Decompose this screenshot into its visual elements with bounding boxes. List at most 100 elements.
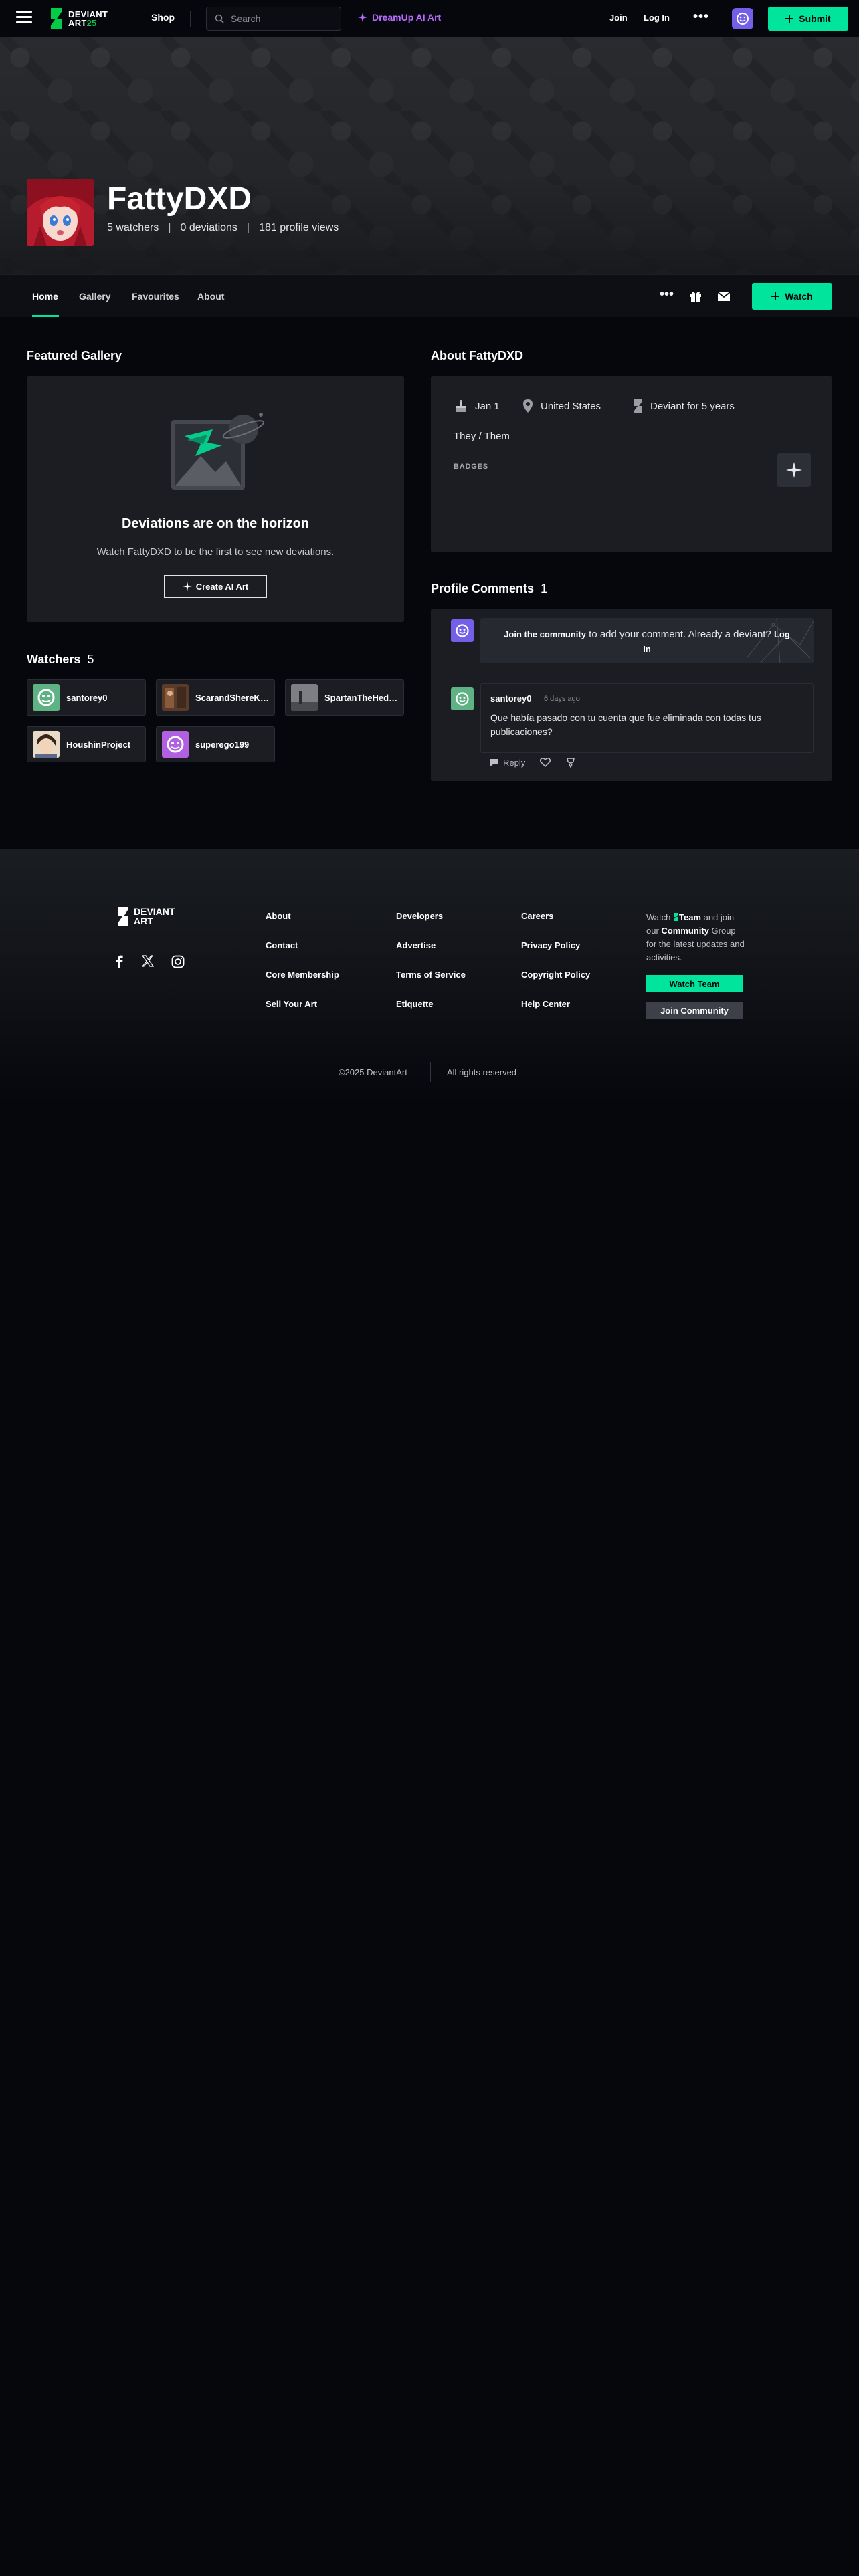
- featured-gallery-card: Deviations are on the horizon Watch Fatt…: [27, 376, 404, 622]
- about-location: United States: [522, 399, 601, 413]
- profile-views-count: 181 profile views: [259, 222, 339, 233]
- commenter-avatar[interactable]: [451, 687, 474, 710]
- default-avatar-icon[interactable]: [732, 8, 753, 29]
- footer-link-copyright-policy[interactable]: Copyright Policy: [521, 970, 590, 980]
- watcher-name: superego199: [195, 739, 250, 750]
- topbar-divider: [190, 11, 191, 27]
- tab-about[interactable]: About: [197, 291, 224, 302]
- empty-gallery-illustration: [171, 413, 265, 490]
- x-twitter-icon[interactable]: [142, 955, 154, 967]
- reply-button[interactable]: Reply: [490, 758, 525, 768]
- footer-link-about[interactable]: About: [266, 911, 291, 921]
- footer-link-help-center[interactable]: Help Center: [521, 999, 570, 1009]
- footer-divider: [430, 1062, 431, 1082]
- footer-link-privacy-policy[interactable]: Privacy Policy: [521, 940, 580, 950]
- watch-text-team[interactable]: Team: [679, 912, 701, 922]
- tab-favourites[interactable]: Favourites: [132, 291, 179, 302]
- stats-separator: |: [168, 222, 171, 233]
- comments-heading-count: 1: [541, 582, 548, 595]
- profile-comments-title: Profile Comments 1: [431, 582, 547, 596]
- dreamup-label: DreamUp AI Art: [372, 12, 442, 23]
- watcher-card[interactable]: ScarandShereKhan: [156, 679, 275, 716]
- watcher-avatar: [33, 684, 60, 711]
- about-title: About FattyDXD: [431, 349, 523, 362]
- watch-button[interactable]: Watch: [752, 283, 832, 310]
- watcher-card[interactable]: superego199: [156, 726, 275, 762]
- join-prompt-text: to add your comment. Already a deviant?: [585, 629, 774, 640]
- footer-link-developers[interactable]: Developers: [396, 911, 443, 921]
- plus-icon: [771, 292, 780, 300]
- award-icon[interactable]: [565, 757, 576, 768]
- comment-username[interactable]: santorey0: [490, 693, 531, 704]
- watchers-count[interactable]: 5 watchers: [107, 222, 159, 234]
- watch-team-button[interactable]: Watch Team: [646, 975, 743, 992]
- footer-link-contact[interactable]: Contact: [266, 940, 298, 950]
- footer-link-careers[interactable]: Careers: [521, 911, 553, 921]
- deviantart-logo-icon: [51, 8, 62, 29]
- about-member-since: Deviant for 5 years: [633, 399, 735, 413]
- submit-button[interactable]: Submit: [768, 7, 848, 31]
- deviantart-logo[interactable]: DEVIANT ART25: [48, 7, 108, 31]
- create-ai-art-button[interactable]: Create AI Art: [164, 575, 267, 598]
- login-link[interactable]: Log In: [644, 13, 670, 23]
- menu-icon[interactable]: [16, 11, 32, 25]
- create-ai-art-label: Create AI Art: [195, 581, 249, 592]
- watch-text-community[interactable]: Community: [661, 926, 709, 936]
- dreamup-link[interactable]: DreamUp AI Art: [357, 12, 441, 23]
- watcher-card[interactable]: santorey0: [27, 679, 146, 716]
- profile-username: FattyDXD: [107, 181, 252, 217]
- message-icon[interactable]: [717, 290, 731, 303]
- watcher-card[interactable]: HoushinProject: [27, 726, 146, 762]
- join-link[interactable]: Join: [609, 13, 628, 23]
- empty-gallery-text: Watch FattyDXD to be the first to see ne…: [96, 546, 335, 558]
- footer-logo-line2: ART: [134, 916, 153, 926]
- location-pin-icon: [523, 399, 533, 413]
- profile-stats: 5 watchers | 0 deviations | 181 profile …: [107, 222, 339, 234]
- submit-label: Submit: [799, 13, 831, 24]
- search-box[interactable]: [206, 7, 341, 31]
- more-options-icon[interactable]: •••: [693, 9, 709, 25]
- gift-icon[interactable]: [689, 290, 702, 303]
- watcher-name: SpartanTheHedgehog: [324, 692, 402, 703]
- more-options-icon[interactable]: •••: [660, 287, 674, 302]
- location-value: United States: [541, 400, 601, 412]
- footer-link-terms-of-service[interactable]: Terms of Service: [396, 970, 466, 980]
- footer-link-sell-your-art[interactable]: Sell Your Art: [266, 999, 317, 1009]
- profile-avatar[interactable]: [27, 179, 94, 246]
- heart-icon[interactable]: [540, 758, 551, 767]
- deviations-count[interactable]: 0 deviations: [181, 222, 237, 234]
- join-community-link[interactable]: Join the community: [504, 629, 586, 639]
- default-avatar-icon: [451, 619, 474, 642]
- pronouns-value: They / Them: [454, 431, 510, 442]
- footer-link-advertise[interactable]: Advertise: [396, 940, 436, 950]
- tab-home[interactable]: Home: [32, 291, 58, 302]
- watcher-name: santorey0: [66, 692, 108, 703]
- footer-deviantart-logo[interactable]: DEVIANT ART: [116, 907, 175, 926]
- watcher-name: ScarandShereKhan: [195, 692, 273, 703]
- instagram-icon[interactable]: [171, 955, 185, 968]
- badge-sparkle-icon[interactable]: [777, 453, 811, 487]
- rights-text: All rights reserved: [447, 1067, 517, 1077]
- footer-link-etiquette[interactable]: Etiquette: [396, 999, 434, 1009]
- footer-watch-text: Watch Team and join our Community Group …: [646, 911, 747, 964]
- search-input[interactable]: [231, 13, 338, 24]
- stats-separator: |: [246, 222, 250, 233]
- empty-gallery-heading: Deviations are on the horizon: [121, 516, 310, 531]
- footer-logo-line1: DEVIANT: [134, 906, 175, 917]
- watcher-avatar: [33, 731, 60, 758]
- watcher-name: HoushinProject: [66, 739, 131, 750]
- tab-gallery[interactable]: Gallery: [79, 291, 110, 302]
- cake-icon: [456, 400, 466, 412]
- shop-link[interactable]: Shop: [151, 12, 175, 23]
- logo-line2: ART: [68, 18, 87, 28]
- featured-gallery-title: Featured Gallery: [27, 349, 122, 362]
- comment-timestamp[interactable]: 6 days ago: [544, 695, 580, 703]
- comment-body: Que había pasado con tu cuenta que fue e…: [490, 712, 761, 737]
- facebook-icon[interactable]: [115, 955, 123, 968]
- join-community-button[interactable]: Join Community: [646, 1002, 743, 1019]
- comment-item: santorey0 6 days ago Que había pasado co…: [480, 683, 814, 753]
- top-navigation-bar: DEVIANT ART25 Shop DreamUp AI Art Join L…: [0, 0, 859, 37]
- watcher-card[interactable]: SpartanTheHedgehog: [285, 679, 404, 716]
- footer-link-core-membership[interactable]: Core Membership: [266, 970, 339, 980]
- copyright-text: ©2025 DeviantArt: [339, 1067, 407, 1077]
